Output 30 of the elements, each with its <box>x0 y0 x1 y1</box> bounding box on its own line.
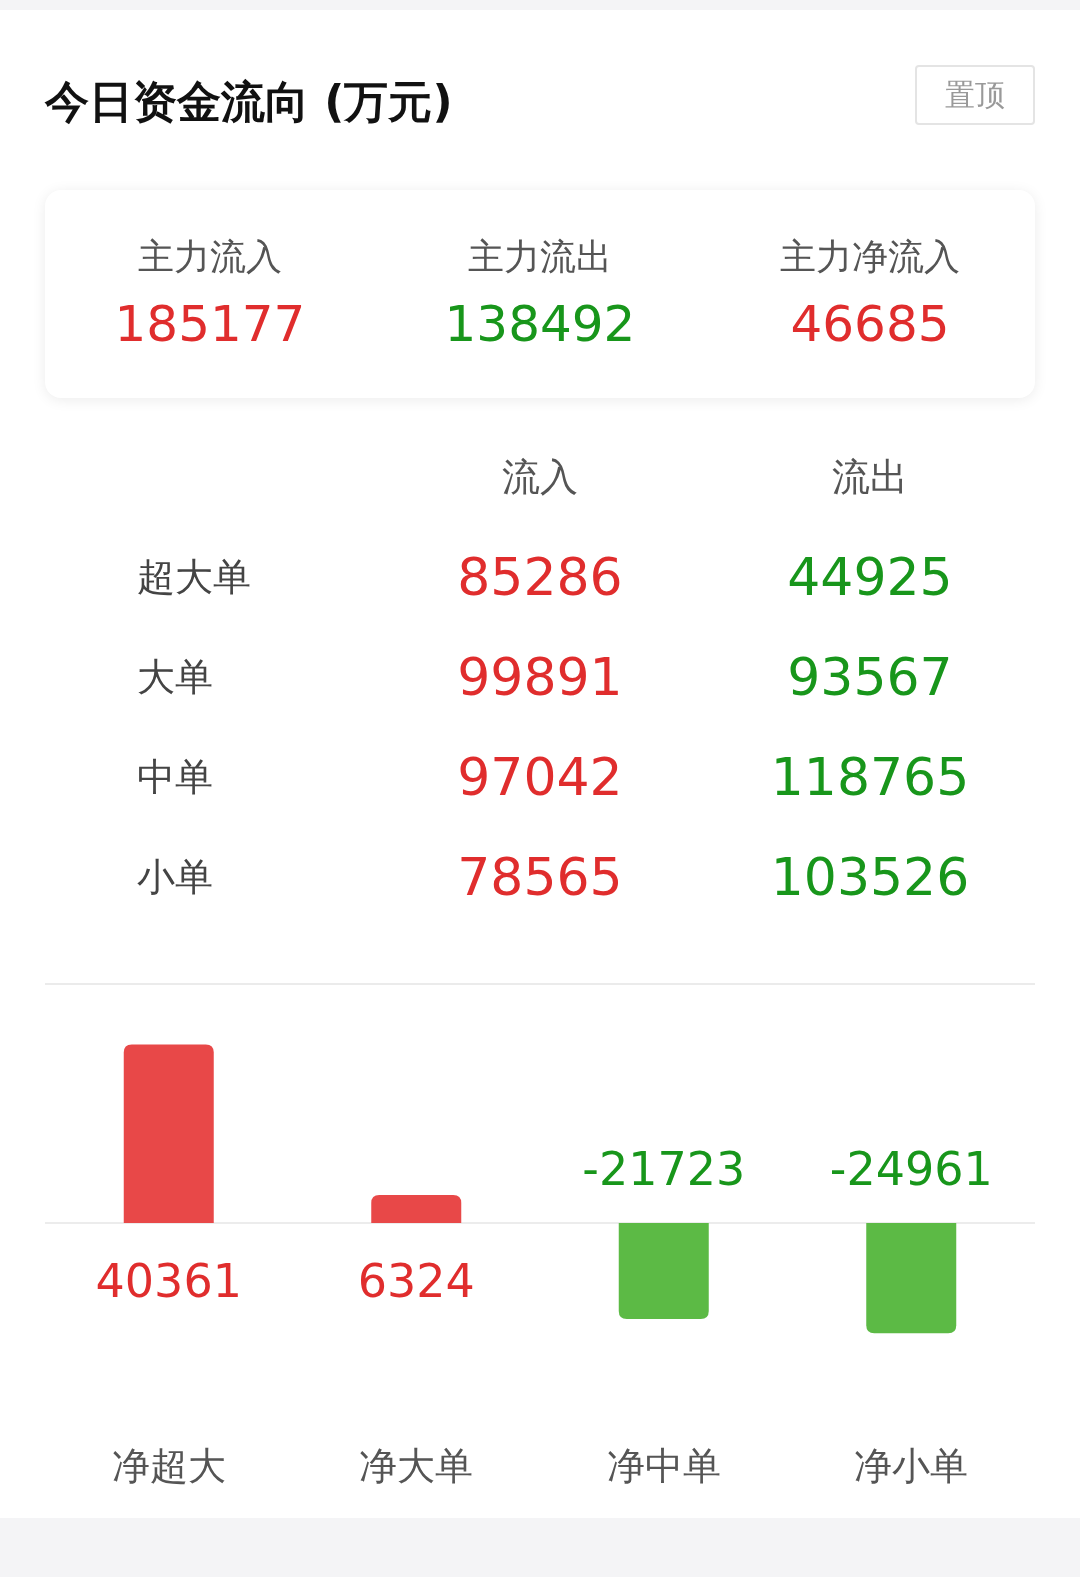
summary-label: 主力流出 <box>467 235 613 279</box>
category-label: 净超大 <box>111 1444 226 1488</box>
pin-button[interactable]: 置顶 <box>915 65 1035 125</box>
column-header: 流入 <box>501 454 579 501</box>
table-cell-text: 78565 <box>456 847 624 907</box>
table-cell-text: 85286 <box>456 547 624 607</box>
summary-value: 46685 <box>789 294 951 354</box>
section-title: 今日资金流向 (万元) <box>45 74 453 129</box>
table-cell-text: 118765 <box>769 747 971 807</box>
bar-value-label: 40361 <box>95 1254 242 1308</box>
summary-label: 主力流入 <box>137 235 283 279</box>
row-label: 小单 <box>136 853 214 901</box>
row-label: 大单 <box>136 653 214 701</box>
table-cell-text: 103526 <box>769 847 971 907</box>
row-label: 超大单 <box>136 553 252 601</box>
row-label: 中单 <box>136 753 214 801</box>
column-header: 流出 <box>831 454 909 501</box>
summary-value: 185177 <box>113 294 307 354</box>
summary-value: 138492 <box>443 294 637 354</box>
category-label: 净大单 <box>359 1444 474 1488</box>
summary-label: 主力净流入 <box>779 235 961 279</box>
table-cell-text: 44925 <box>786 547 954 607</box>
table-cell-text: 99891 <box>456 647 624 707</box>
category-label: 净中单 <box>606 1444 721 1488</box>
table-cell-text: 93567 <box>786 647 954 707</box>
bar-value-label: -21723 <box>582 1142 746 1196</box>
table-cell-text: 97042 <box>456 747 624 807</box>
category-label: 净小单 <box>854 1444 969 1488</box>
bar-value-label: -24961 <box>829 1142 993 1196</box>
bar-value-label: 6324 <box>357 1254 475 1308</box>
